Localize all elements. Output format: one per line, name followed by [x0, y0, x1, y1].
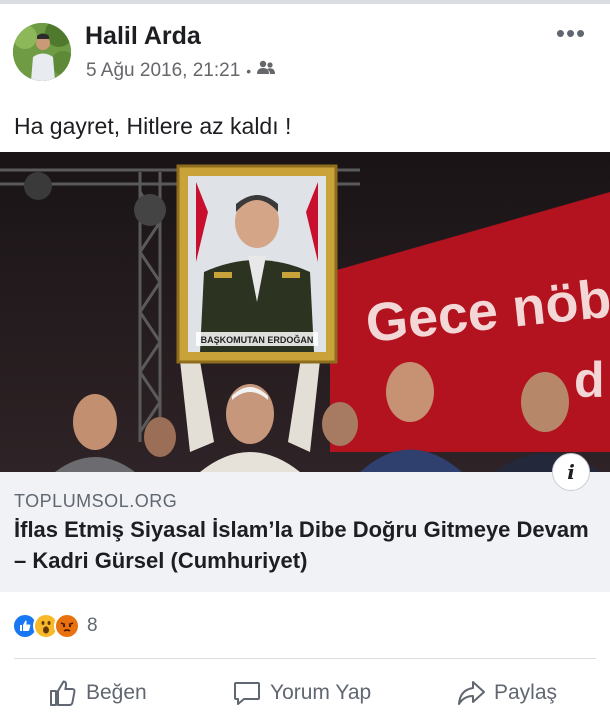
reaction-count[interactable]: 8 [87, 615, 98, 637]
banner-text-2: d [574, 352, 605, 408]
author-avatar[interactable] [13, 23, 71, 81]
share-label: Paylaş [494, 681, 558, 704]
comment-icon [232, 678, 262, 708]
comment-label: Yorum Yap [270, 681, 372, 704]
post-timestamp[interactable]: 5 Ağu 2016, 21:21 [86, 60, 240, 82]
reactions-summary[interactable]: 8 [12, 613, 98, 639]
link-headline[interactable]: İflas Etmiş Siyasal İslam’la Dibe Doğru … [14, 514, 604, 576]
link-preview-image[interactable]: BAŞKOMUTAN ERDOĞAN Gece nöb d [0, 152, 610, 472]
friends-icon[interactable] [257, 60, 276, 82]
actions-divider [14, 658, 596, 659]
share-icon [456, 678, 486, 708]
share-button[interactable]: Paylaş [456, 668, 557, 718]
thumbs-up-icon [48, 678, 78, 708]
like-button[interactable]: Beğen [48, 668, 147, 718]
meta-separator: • [246, 63, 252, 79]
post-text: Ha gayret, Hitlere az kaldı ! [14, 113, 292, 139]
post-card: Halil Arda 5 Ağu 2016, 21:21 • ••• Ha ga… [0, 0, 610, 728]
comment-button[interactable]: Yorum Yap [232, 668, 371, 718]
author-name[interactable]: Halil Arda [85, 22, 201, 51]
angry-reaction-icon [54, 613, 80, 639]
post-actions: Beğen Yorum Yap Paylaş [0, 668, 610, 718]
info-icon[interactable]: i [552, 453, 590, 491]
link-domain[interactable]: TOPLUMSOL.ORG [14, 491, 177, 512]
portrait-caption: BAŞKOMUTAN ERDOĞAN [201, 334, 314, 345]
top-divider [0, 0, 610, 4]
post-meta: 5 Ağu 2016, 21:21 • [86, 60, 276, 82]
more-options-button[interactable]: ••• [551, 20, 591, 50]
like-label: Beğen [86, 681, 147, 704]
